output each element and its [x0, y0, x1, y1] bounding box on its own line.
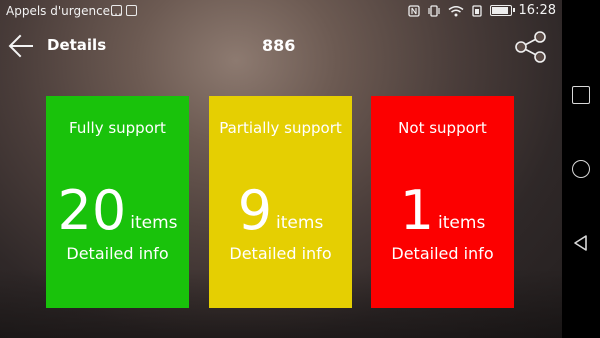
toolbar: Details 886 [0, 24, 562, 68]
card-count: 20 items [46, 170, 189, 240]
image-icon [126, 5, 137, 16]
card-count-number: 9 [237, 179, 273, 242]
app-screen: Appels d'urgence… 16:28 Details 886 Full… [0, 0, 562, 338]
card-heading: Fully support [69, 119, 166, 137]
page-title: Details [47, 36, 107, 54]
card-count-number: 20 [57, 179, 127, 242]
notification-text: Appels d'urgence… [6, 4, 123, 18]
detailed-info-link[interactable]: Detailed info [209, 244, 352, 263]
card-count-number: 1 [399, 179, 435, 242]
card-partially-support[interactable]: Partially support 9 items Detailed info [209, 96, 352, 308]
notification-icons [111, 5, 137, 16]
back-icon[interactable] [572, 234, 590, 252]
nfc-icon [407, 4, 420, 17]
clock: 16:28 [518, 3, 556, 18]
phone-screen-icon [111, 5, 122, 16]
navigation-bar [562, 0, 600, 338]
card-count-unit: items [130, 213, 178, 233]
data-icon [471, 4, 482, 17]
card-count: 9 items [209, 170, 352, 240]
status-bar: Appels d'urgence… 16:28 [0, 0, 562, 23]
card-not-support[interactable]: Not support 1 items Detailed info [371, 96, 514, 308]
card-count: 1 items [371, 170, 514, 240]
card-count-unit: items [276, 213, 324, 233]
wifi-icon [448, 5, 463, 16]
detailed-info-link[interactable]: Detailed info [371, 244, 514, 263]
recent-apps-icon[interactable] [572, 86, 590, 104]
device-id: 886 [262, 36, 296, 55]
battery-icon [489, 5, 515, 16]
arrow-left-icon[interactable] [8, 34, 34, 58]
battery-fill [491, 7, 508, 14]
card-count-unit: items [438, 213, 486, 233]
share-icon[interactable] [513, 30, 549, 64]
system-icons: 16:28 [407, 3, 556, 18]
card-heading: Partially support [219, 119, 342, 137]
card-heading: Not support [398, 119, 487, 137]
vibrate-icon [427, 4, 440, 17]
home-icon[interactable] [572, 160, 590, 178]
detailed-info-link[interactable]: Detailed info [46, 244, 189, 263]
card-fully-support[interactable]: Fully support 20 items Detailed info [46, 96, 189, 308]
